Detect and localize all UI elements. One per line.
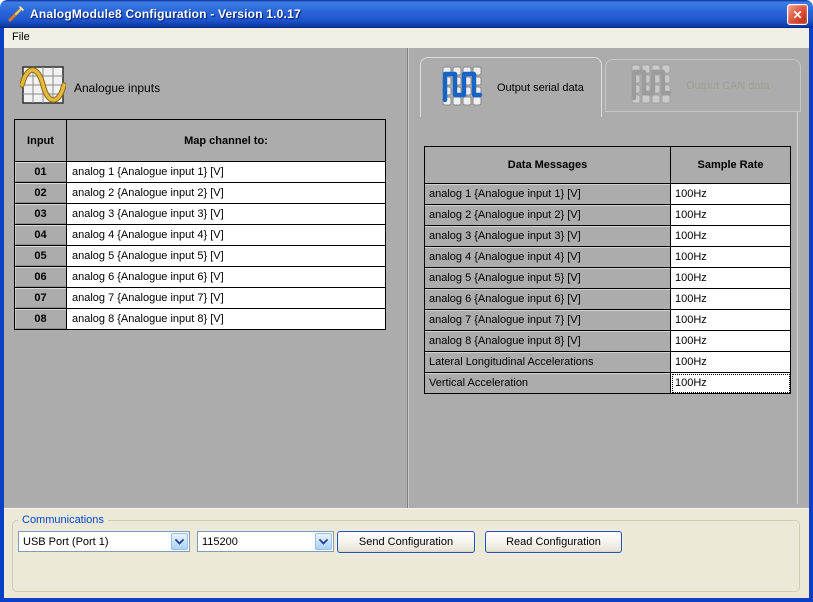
input-number: 08 bbox=[15, 309, 67, 330]
tab-page-border bbox=[797, 110, 798, 504]
tab-label: Output serial data bbox=[497, 82, 584, 94]
column-header-map-channel: Map channel to: bbox=[67, 120, 386, 162]
input-number: 02 bbox=[15, 183, 67, 204]
channel-mapping-cell[interactable]: analog 8 {Analogue input 8} [V] bbox=[67, 309, 386, 330]
input-number: 05 bbox=[15, 246, 67, 267]
table-row: Vertical Acceleration 100Hz bbox=[425, 373, 791, 394]
table-row: analog 6 {Analogue input 6} [V] 100Hz bbox=[425, 289, 791, 310]
sample-rate-cell[interactable]: 100Hz bbox=[671, 184, 791, 205]
sample-rate-cell[interactable]: 100Hz bbox=[671, 226, 791, 247]
channel-mapping-cell[interactable]: analog 7 {Analogue input 7} [V] bbox=[67, 288, 386, 309]
baud-rate-combobox-value: 115200 bbox=[198, 536, 315, 548]
tab-output-serial-data[interactable]: Output serial data bbox=[420, 57, 602, 117]
data-message-cell: analog 4 {Analogue input 4} [V] bbox=[425, 247, 671, 268]
table-row: 03 analog 3 {Analogue input 3} [V] bbox=[15, 204, 386, 225]
input-number: 07 bbox=[15, 288, 67, 309]
communications-panel: Communications USB Port (Port 1) 115200 … bbox=[4, 508, 809, 598]
sample-rate-cell[interactable]: 100Hz bbox=[671, 247, 791, 268]
send-configuration-button[interactable]: Send Configuration bbox=[337, 531, 475, 553]
close-button[interactable]: ✕ bbox=[787, 4, 808, 25]
can-data-icon bbox=[630, 63, 672, 108]
sample-rate-cell[interactable]: 100Hz bbox=[671, 310, 791, 331]
table-row: analog 7 {Analogue input 7} [V] 100Hz bbox=[425, 310, 791, 331]
input-number: 03 bbox=[15, 204, 67, 225]
data-messages-table: Data Messages Sample Rate analog 1 {Anal… bbox=[424, 146, 791, 394]
port-combobox[interactable]: USB Port (Port 1) bbox=[18, 531, 190, 552]
app-icon bbox=[7, 5, 25, 23]
table-header-row: Data Messages Sample Rate bbox=[425, 147, 791, 184]
sample-rate-cell[interactable]: 100Hz bbox=[671, 331, 791, 352]
menu-bar: File bbox=[4, 28, 809, 48]
data-message-cell: analog 6 {Analogue input 6} [V] bbox=[425, 289, 671, 310]
main-workspace: Analogue inputs Input Map channel to: 01… bbox=[4, 48, 809, 508]
input-mapping-table: Input Map channel to: 01 analog 1 {Analo… bbox=[14, 119, 386, 330]
sample-rate-cell[interactable]: 100Hz bbox=[671, 205, 791, 226]
table-row: 01 analog 1 {Analogue input 1} [V] bbox=[15, 162, 386, 183]
input-number: 04 bbox=[15, 225, 67, 246]
menu-file[interactable]: File bbox=[4, 28, 38, 46]
channel-mapping-cell[interactable]: analog 4 {Analogue input 4} [V] bbox=[67, 225, 386, 246]
sample-rate-cell[interactable]: 100Hz bbox=[671, 289, 791, 310]
data-message-cell: Vertical Acceleration bbox=[425, 373, 671, 394]
window-title: AnalogModule8 Configuration - Version 1.… bbox=[30, 7, 301, 21]
column-header-sample-rate: Sample Rate bbox=[671, 147, 791, 184]
table-row: analog 2 {Analogue input 2} [V] 100Hz bbox=[425, 205, 791, 226]
chevron-down-icon[interactable] bbox=[315, 533, 332, 550]
sample-rate-cell[interactable]: 100Hz bbox=[671, 268, 791, 289]
table-row: analog 8 {Analogue input 8} [V] 100Hz bbox=[425, 331, 791, 352]
table-row: 04 analog 4 {Analogue input 4} [V] bbox=[15, 225, 386, 246]
channel-mapping-cell[interactable]: analog 3 {Analogue input 3} [V] bbox=[67, 204, 386, 225]
table-header-row: Input Map channel to: bbox=[15, 120, 386, 162]
channel-mapping-cell[interactable]: analog 6 {Analogue input 6} [V] bbox=[67, 267, 386, 288]
input-number: 01 bbox=[15, 162, 67, 183]
serial-data-icon bbox=[441, 65, 483, 110]
panel-divider bbox=[407, 48, 409, 508]
channel-mapping-cell[interactable]: analog 5 {Analogue input 5} [V] bbox=[67, 246, 386, 267]
table-row: Lateral Longitudinal Accelerations 100Hz bbox=[425, 352, 791, 373]
chevron-down-icon[interactable] bbox=[171, 533, 188, 550]
data-message-cell: analog 2 {Analogue input 2} [V] bbox=[425, 205, 671, 226]
analogue-inputs-label: Analogue inputs bbox=[74, 81, 160, 95]
tab-output-can-data: Output CAN data bbox=[605, 59, 801, 112]
sample-rate-cell[interactable]: 100Hz bbox=[671, 352, 791, 373]
input-number: 06 bbox=[15, 267, 67, 288]
data-message-cell: analog 8 {Analogue input 8} [V] bbox=[425, 331, 671, 352]
table-row: analog 1 {Analogue input 1} [V] 100Hz bbox=[425, 184, 791, 205]
table-row: analog 5 {Analogue input 5} [V] 100Hz bbox=[425, 268, 791, 289]
channel-mapping-cell[interactable]: analog 1 {Analogue input 1} [V] bbox=[67, 162, 386, 183]
channel-mapping-cell[interactable]: analog 2 {Analogue input 2} [V] bbox=[67, 183, 386, 204]
data-message-cell: analog 3 {Analogue input 3} [V] bbox=[425, 226, 671, 247]
data-message-cell: analog 7 {Analogue input 7} [V] bbox=[425, 310, 671, 331]
read-configuration-button[interactable]: Read Configuration bbox=[485, 531, 622, 553]
column-header-data-messages: Data Messages bbox=[425, 147, 671, 184]
data-message-cell: analog 5 {Analogue input 5} [V] bbox=[425, 268, 671, 289]
column-header-input: Input bbox=[15, 120, 67, 162]
sample-rate-cell-focused[interactable]: 100Hz bbox=[671, 373, 791, 394]
port-combobox-value: USB Port (Port 1) bbox=[19, 536, 171, 548]
table-row: 02 analog 2 {Analogue input 2} [V] bbox=[15, 183, 386, 204]
app-window: AnalogModule8 Configuration - Version 1.… bbox=[0, 0, 813, 602]
window-frame: File Analogue inputs bbox=[0, 28, 813, 602]
baud-rate-combobox[interactable]: 115200 bbox=[197, 531, 334, 552]
data-message-cell: analog 1 {Analogue input 1} [V] bbox=[425, 184, 671, 205]
communications-label: Communications bbox=[18, 514, 108, 526]
table-row: 07 analog 7 {Analogue input 7} [V] bbox=[15, 288, 386, 309]
table-row: 08 analog 8 {Analogue input 8} [V] bbox=[15, 309, 386, 330]
table-row: 05 analog 5 {Analogue input 5} [V] bbox=[15, 246, 386, 267]
title-bar[interactable]: AnalogModule8 Configuration - Version 1.… bbox=[0, 0, 813, 28]
analogue-inputs-icon bbox=[20, 62, 66, 111]
data-message-cell: Lateral Longitudinal Accelerations bbox=[425, 352, 671, 373]
table-row: analog 4 {Analogue input 4} [V] 100Hz bbox=[425, 247, 791, 268]
tab-label: Output CAN data bbox=[686, 80, 770, 92]
table-row: analog 3 {Analogue input 3} [V] 100Hz bbox=[425, 226, 791, 247]
table-row: 06 analog 6 {Analogue input 6} [V] bbox=[15, 267, 386, 288]
